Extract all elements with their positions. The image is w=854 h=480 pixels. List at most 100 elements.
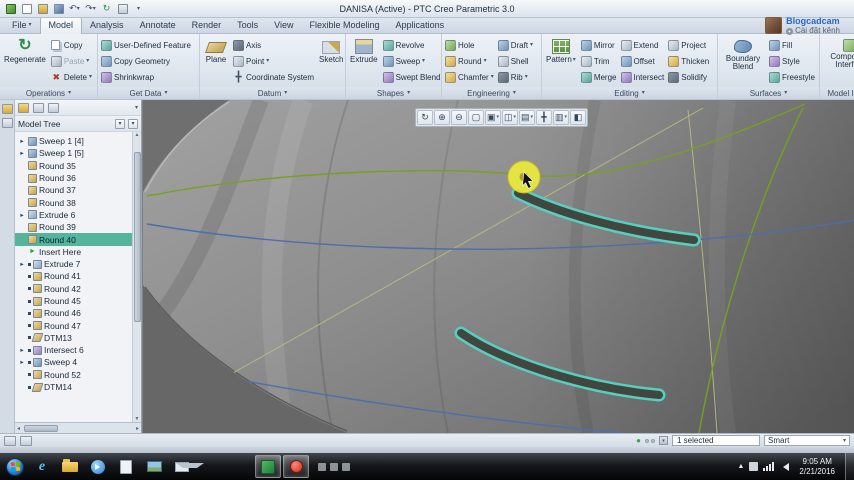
shrinkwrap-button[interactable]: Shrinkwrap <box>100 69 192 85</box>
tree-item[interactable]: Round 52 <box>15 369 132 381</box>
copy-geometry-button[interactable]: Copy Geometry <box>100 53 192 69</box>
taskbar-item-document-app[interactable] <box>113 455 139 478</box>
scroll-right-icon[interactable]: ▸ <box>134 425 141 432</box>
taskbar-item-media-player[interactable] <box>85 455 111 478</box>
offset-button[interactable]: Offset <box>620 53 666 69</box>
graphics-area[interactable]: ↻ ⊕ ⊖ ▢ ▣▾ ◫▾ ▤▾ ╋ ▥▾ ◧ <box>143 100 854 433</box>
tree-item[interactable]: Round 41 <box>15 270 132 282</box>
filter-funnel-icon[interactable]: ▾ <box>659 436 668 445</box>
group-label-shapes[interactable]: Shapes▾ <box>346 87 441 99</box>
tree-columns-button[interactable]: ▾ <box>128 119 138 129</box>
tab-applications[interactable]: Applications <box>388 18 453 33</box>
annotation-display-button[interactable]: ▤▾ <box>519 110 535 125</box>
group-label-model-intent[interactable]: Model Intent▾ <box>820 87 854 99</box>
tray-app-icon[interactable] <box>749 462 758 471</box>
draft-button[interactable]: Draft▾ <box>497 37 534 53</box>
network-icon[interactable] <box>763 462 774 471</box>
merge-button[interactable]: Merge <box>580 69 618 85</box>
expand-icon[interactable]: ▸ <box>18 149 26 157</box>
chamfer-button[interactable]: Chamfer▾ <box>444 69 495 85</box>
tree-item[interactable]: Round 42 <box>15 283 132 295</box>
scroll-left-icon[interactable]: ◂ <box>15 425 22 432</box>
group-label-datum[interactable]: Datum▾ <box>200 87 345 99</box>
redo-button[interactable]: ↷▾ <box>84 2 97 15</box>
channel-settings-link[interactable]: Cài đặt kênh <box>786 27 840 36</box>
user-defined-feature-button[interactable]: User-Defined Feature <box>100 37 192 53</box>
axis-button[interactable]: Axis <box>232 37 315 53</box>
channel-avatar[interactable] <box>765 17 782 34</box>
volume-icon[interactable] <box>779 463 789 471</box>
scroll-up-icon[interactable]: ▲ <box>135 132 140 138</box>
mirror-button[interactable]: Mirror <box>580 37 618 53</box>
trim-button[interactable]: Trim <box>580 53 618 69</box>
saved-orientations-button[interactable]: ▥▾ <box>553 110 569 125</box>
extend-button[interactable]: Extend <box>620 37 666 53</box>
tree-layers-button[interactable] <box>33 103 44 113</box>
tree-item[interactable]: Round 37 <box>15 184 132 196</box>
3d-viewport-canvas[interactable] <box>143 100 854 433</box>
taskbar-clock[interactable]: 9:05 AM2/21/2016 <box>799 457 835 477</box>
tab-view[interactable]: View <box>266 18 301 33</box>
repaint-button[interactable]: ↻ <box>417 110 433 125</box>
tree-item-selected[interactable]: Round 40 <box>15 233 132 245</box>
undo-button[interactable]: ↶▾ <box>68 2 81 15</box>
taskbar-item-creo-running[interactable] <box>255 455 281 478</box>
tree-item[interactable]: DTM13 <box>15 332 132 344</box>
regenerate-button[interactable]: ↻ Regenerate <box>2 35 48 87</box>
navigator-panel-icon[interactable] <box>2 118 13 128</box>
rib-button[interactable]: Rib▾ <box>497 69 534 85</box>
shell-button[interactable]: Shell <box>497 53 534 69</box>
plane-button[interactable]: Plane <box>202 35 230 87</box>
scrollbar-thum b[interactable] <box>134 152 141 322</box>
customize-qat-button[interactable]: ▾ <box>132 2 145 15</box>
tree-item[interactable]: Round 35 <box>15 160 132 172</box>
scrollbar-thumb[interactable] <box>24 425 58 432</box>
display-style-button[interactable]: ▣▾ <box>485 110 501 125</box>
expand-icon[interactable]: ▸ <box>18 211 26 219</box>
group-label-surfaces[interactable]: Surfaces▾ <box>718 87 819 99</box>
thicken-button[interactable]: Thicken <box>667 53 710 69</box>
round-button[interactable]: Round▾ <box>444 53 495 69</box>
tab-tools[interactable]: Tools <box>229 18 266 33</box>
tree-item[interactable]: Round 47 <box>15 319 132 331</box>
group-label-operations[interactable]: Operations▾ <box>0 87 97 99</box>
tree-filter-button[interactable]: ▾ <box>115 119 125 129</box>
paste-button[interactable]: Paste▾ <box>50 53 93 69</box>
copy-button[interactable]: Copy <box>50 37 93 53</box>
refit-button[interactable]: ▢ <box>468 110 484 125</box>
taskbar-item-mail[interactable] <box>169 455 195 478</box>
pattern-button[interactable]: Pattern▾ <box>544 35 578 87</box>
tree-item[interactable]: ▸Extrude 6 <box>15 209 132 221</box>
expand-icon[interactable]: ▸ <box>18 346 26 354</box>
group-label-engineering[interactable]: Engineering▾ <box>442 87 541 99</box>
intersect-button[interactable]: Intersect <box>620 69 666 85</box>
regenerate-quick-button[interactable]: ↻ <box>100 2 113 15</box>
tree-item[interactable]: ▸Sweep 4 <box>15 356 132 368</box>
tree-item[interactable]: Round 39 <box>15 221 132 233</box>
component-interface-button[interactable]: Component Interface <box>822 35 854 87</box>
fill-button[interactable]: Fill <box>768 37 816 53</box>
boundary-blend-button[interactable]: Boundary Blend <box>720 35 766 87</box>
tree-item[interactable]: Round 45 <box>15 295 132 307</box>
navigator-folder-icon[interactable] <box>2 104 13 114</box>
revolve-button[interactable]: Revolve <box>382 37 442 53</box>
toggle-model-tree-button[interactable] <box>4 436 16 446</box>
sweep-button[interactable]: Sweep▾ <box>382 53 442 69</box>
swept-blend-button[interactable]: Swept Blend <box>382 69 442 85</box>
hole-button[interactable]: Hole <box>444 37 495 53</box>
tree-vertical-scrollbar[interactable]: ▲ ▼ <box>132 132 141 422</box>
datum-display-button[interactable]: ◫▾ <box>502 110 518 125</box>
tab-analysis[interactable]: Analysis <box>82 18 132 33</box>
tree-item[interactable]: Round 38 <box>15 196 132 208</box>
group-label-editing[interactable]: Editing▾ <box>542 87 717 99</box>
tree-item[interactable]: ▸Sweep 1 [5] <box>15 147 132 159</box>
taskbar-item-photo-app[interactable] <box>141 455 167 478</box>
save-button[interactable] <box>52 2 65 15</box>
tree-item[interactable]: Round 46 <box>15 307 132 319</box>
point-button[interactable]: Point▾ <box>232 53 315 69</box>
expand-icon[interactable]: ▸ <box>18 358 26 366</box>
app-logo-button[interactable] <box>4 2 17 15</box>
tree-item[interactable]: ▸Intersect 6 <box>15 344 132 356</box>
freestyle-button[interactable]: Freestyle <box>768 69 816 85</box>
solidify-button[interactable]: Solidify <box>667 69 710 85</box>
